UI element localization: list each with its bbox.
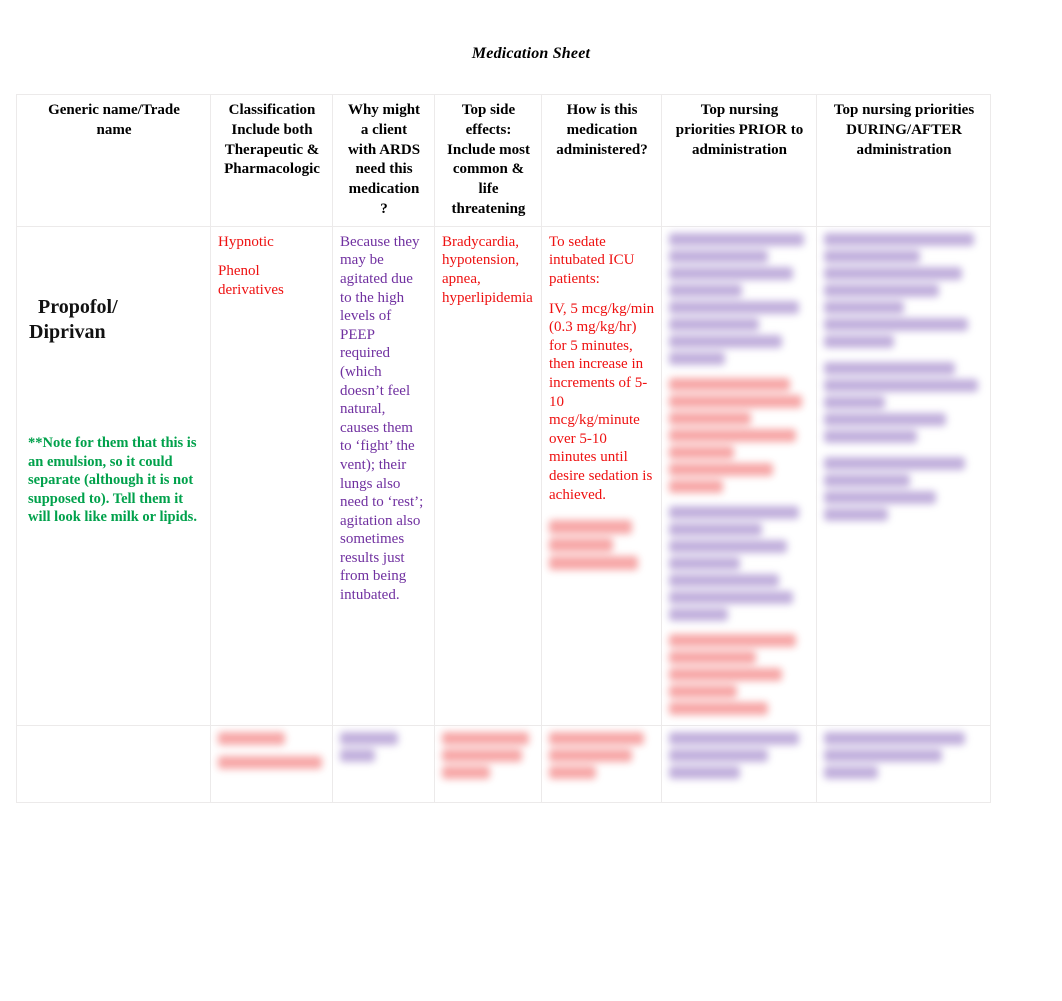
header-line: Include most: [447, 141, 530, 158]
cell-priorities-during-after: [816, 225, 991, 726]
header-line: priorities PRIOR to: [675, 121, 804, 138]
cell-why-needed-overflow: [332, 724, 435, 803]
administration-dosing: IV, 5 mcg/kg/min (0.3 mg/kg/hr) for 5 mi…: [549, 300, 655, 503]
table-row: [16, 724, 991, 803]
header-line: How is this: [566, 102, 638, 118]
header-line: administration: [856, 141, 952, 158]
column-header-classification: Classification Include both Therapeutic …: [210, 94, 333, 227]
cell-priorities-prior: [661, 225, 817, 726]
header-line: name: [96, 121, 132, 138]
drug-trade-name: Diprivan: [29, 321, 106, 344]
header-line: Top nursing priorities: [833, 102, 975, 118]
header-line: with ARDS: [347, 141, 421, 158]
cell-side-effects: Bradycardia, hypotension, apnea, hyperli…: [434, 225, 542, 726]
drug-generic-name: Propofol/: [38, 295, 118, 318]
cell-classification: Hypnotic Phenol derivatives: [210, 225, 333, 726]
header-line: Top nursing: [700, 102, 779, 118]
priorities-during-after-obscured-text: [824, 232, 984, 521]
header-line: Include both: [231, 121, 313, 138]
obscured-text: [824, 731, 984, 779]
header-line: Therapeutic &: [224, 141, 320, 158]
administration-indication: To sedate intubated ICU patients:: [549, 233, 635, 287]
header-line: Classification: [228, 102, 316, 118]
header-line: threatening: [451, 200, 526, 217]
obscured-text: [442, 731, 535, 779]
drug-name: Propofol/ Diprivan: [24, 233, 204, 346]
obscured-text: [669, 731, 810, 779]
cell-priorities-prior-overflow: [661, 724, 817, 803]
cell-classification-overflow: [210, 724, 333, 803]
cell-why-needed: Because they may be agitated due to the …: [332, 225, 435, 726]
side-effects-text: Bradycardia, hypotension, apnea, hyperli…: [442, 233, 533, 306]
header-line: administered?: [556, 141, 648, 158]
column-header-why-needed: Why might a client with ARDS need this m…: [332, 94, 435, 227]
header-line: medication: [348, 181, 420, 198]
cell-side-effects-overflow: [434, 724, 542, 803]
header-line: life: [478, 181, 499, 198]
header-line: Why might: [347, 102, 421, 118]
header-line: administration: [691, 141, 787, 158]
obscured-text: [340, 731, 428, 762]
column-header-priorities-during-after: Top nursing priorities DURING/AFTER admi…: [816, 94, 991, 227]
cell-generic-name: Propofol/ Diprivan **Note for them that …: [16, 225, 211, 726]
header-line: Generic name/Trade: [48, 102, 180, 118]
column-header-administration: How is this medication administered?: [541, 94, 662, 227]
column-header-generic-name: Generic name/Trade name: [16, 94, 211, 227]
emulsion-note: **Note for them that this is an emulsion…: [28, 434, 197, 526]
classification-pharmacologic: Phenol derivatives: [218, 263, 284, 298]
header-line: Top side: [461, 102, 516, 118]
why-needed-text: Because they may be agitated due to the …: [340, 233, 424, 604]
table-row: Propofol/ Diprivan **Note for them that …: [16, 225, 991, 726]
cell-priorities-during-after-overflow: [816, 724, 991, 803]
header-line: DURING/AFTER: [846, 121, 962, 138]
cell-administration: To sedate intubated ICU patients: IV, 5 …: [541, 225, 662, 726]
page-title: Medication Sheet: [471, 45, 591, 62]
priorities-prior-obscured-text: [669, 232, 810, 715]
table-header-row: Generic name/Trade name Classification I…: [16, 94, 991, 227]
medication-sheet-table: Generic name/Trade name Classification I…: [16, 94, 991, 803]
header-line: a client: [360, 121, 408, 138]
header-line: Pharmacologic: [224, 161, 320, 178]
obscured-text: [218, 731, 326, 769]
cell-generic-name-overflow: [16, 724, 211, 803]
obscured-text: [549, 731, 655, 779]
column-header-priorities-prior: Top nursing priorities PRIOR to administ…: [661, 94, 817, 227]
header-line: common &: [452, 161, 525, 178]
header-line: need this: [355, 161, 413, 178]
classification-therapeutic: Hypnotic: [218, 233, 274, 250]
cell-administration-overflow: [541, 724, 662, 803]
header-line: effects:: [465, 121, 512, 138]
header-line: ?: [380, 200, 388, 217]
administration-obscured-text: [549, 520, 655, 571]
header-line: medication: [566, 121, 638, 138]
column-header-side-effects: Top side effects: Include most common & …: [434, 94, 542, 227]
